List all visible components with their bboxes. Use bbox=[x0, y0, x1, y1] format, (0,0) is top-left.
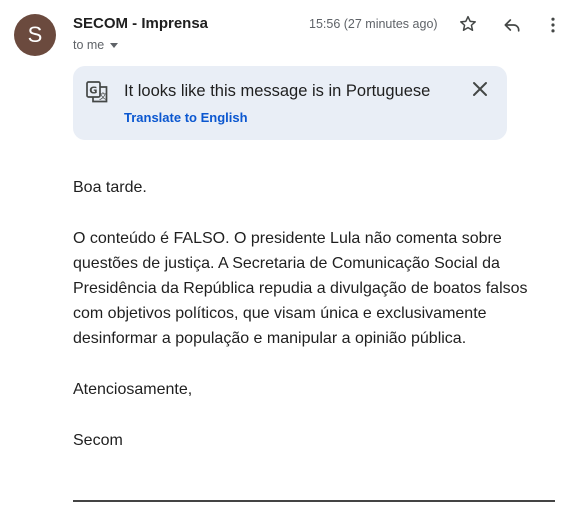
reply-icon bbox=[504, 19, 520, 32]
message-timestamp: 15:56 (27 minutes ago) bbox=[309, 17, 438, 31]
sender-name[interactable]: SECOM - Imprensa bbox=[73, 15, 208, 32]
close-icon bbox=[473, 82, 487, 96]
message-signature: Secom bbox=[73, 432, 123, 449]
more-options-button[interactable] bbox=[539, 11, 564, 39]
star-button[interactable] bbox=[454, 10, 482, 38]
sender-avatar[interactable]: S bbox=[14, 14, 56, 56]
translate-banner-message: It looks like this message is in Portugu… bbox=[124, 82, 431, 100]
message-closing: Atenciosamente, bbox=[73, 381, 193, 398]
message-paragraph: O conteúdo é FALSO. O presidente Lula nã… bbox=[73, 230, 528, 347]
translate-banner: G 文 It looks like this message is in Por… bbox=[73, 66, 507, 140]
chevron-down-icon bbox=[110, 43, 119, 48]
more-vertical-icon bbox=[551, 17, 555, 33]
svg-text:文: 文 bbox=[99, 91, 107, 101]
svg-text:G: G bbox=[89, 86, 97, 97]
dismiss-translate-button[interactable] bbox=[469, 78, 491, 100]
translate-icon: G 文 bbox=[86, 81, 108, 103]
translate-to-english-link[interactable]: Translate to English bbox=[124, 110, 248, 125]
to-label: to me bbox=[73, 38, 105, 52]
reply-button[interactable] bbox=[498, 11, 526, 39]
signature-divider bbox=[73, 500, 555, 502]
star-outline-icon bbox=[460, 15, 476, 31]
recipient-details-toggle[interactable]: to me bbox=[73, 38, 119, 52]
message-greeting: Boa tarde. bbox=[73, 179, 147, 196]
